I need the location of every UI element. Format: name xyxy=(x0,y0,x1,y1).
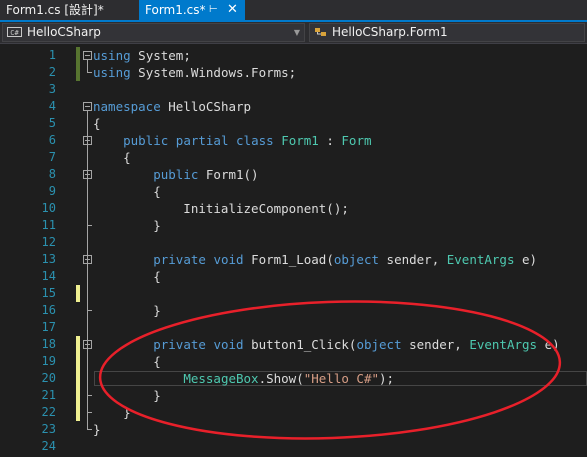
code-text: } xyxy=(93,422,101,437)
code-text: { xyxy=(93,116,101,131)
navigation-bar: C# HelloCSharp ▼ HelloCSharp.Form1 xyxy=(0,22,587,44)
outline-guide-end xyxy=(87,412,92,413)
change-indicator xyxy=(76,47,80,64)
code-text: } xyxy=(93,218,161,233)
document-tab-strip: Form1.cs [設計]* Form1.cs* ⊢ ✕ xyxy=(0,0,587,22)
tab-label: Form1.cs [設計]* xyxy=(6,3,104,17)
code-text: InitializeComponent(); xyxy=(93,201,349,216)
line-number: 18 xyxy=(41,337,56,351)
code-text: private void Form1_Load(object sender, E… xyxy=(153,252,538,267)
line-number: 5 xyxy=(48,116,56,130)
outline-guide xyxy=(87,264,88,310)
change-indicator xyxy=(76,353,80,370)
outline-guide-end xyxy=(87,429,92,430)
outline-guide-end xyxy=(87,225,92,226)
project-dropdown[interactable]: C# HelloCSharp ▼ xyxy=(2,23,305,42)
code-text: { xyxy=(93,354,161,369)
line-number: 13 xyxy=(41,252,56,266)
code-line[interactable]: 5{ xyxy=(0,115,587,132)
code-text: { xyxy=(93,269,161,284)
code-text: private void button1_Click(object sender… xyxy=(153,337,560,352)
tab-form1-code[interactable]: Form1.cs* ⊢ ✕ xyxy=(139,0,245,22)
line-number: 17 xyxy=(41,320,56,334)
code-line[interactable]: 17 xyxy=(0,319,587,336)
code-text: using System.Windows.Forms; xyxy=(93,65,297,80)
line-number: 19 xyxy=(41,354,56,368)
code-text: } xyxy=(93,388,161,403)
change-indicator xyxy=(76,370,80,387)
outline-guide xyxy=(87,179,88,225)
code-line[interactable]: 8 public Form1() xyxy=(0,166,587,183)
change-indicator xyxy=(76,64,80,81)
code-line[interactable]: 18 private void button1_Click(object sen… xyxy=(0,336,587,353)
code-text: public partial class Form1 : Form xyxy=(123,133,372,148)
code-line[interactable]: 1 using System; xyxy=(0,47,587,64)
code-line[interactable]: 20 MessageBox.Show("Hello C#"); xyxy=(0,370,587,387)
code-text: { xyxy=(93,184,161,199)
code-text: namespace HelloCSharp xyxy=(93,99,252,114)
code-text: } xyxy=(93,405,131,420)
line-number: 3 xyxy=(48,82,56,96)
tab-label: Form1.cs* xyxy=(145,3,206,17)
line-number: 24 xyxy=(41,439,56,453)
code-text: { xyxy=(93,150,131,165)
code-line[interactable]: 3 xyxy=(0,81,587,98)
line-number: 8 xyxy=(48,167,56,181)
change-indicator xyxy=(76,336,80,353)
change-indicator xyxy=(76,404,80,421)
code-line[interactable]: 19 { xyxy=(0,353,587,370)
line-number: 20 xyxy=(41,371,56,385)
type-dropdown[interactable]: HelloCSharp.Form1 xyxy=(309,23,585,42)
code-line[interactable]: 10 InitializeComponent(); xyxy=(0,200,587,217)
line-number: 7 xyxy=(48,150,56,164)
close-icon[interactable]: ✕ xyxy=(227,0,238,20)
line-number: 10 xyxy=(41,201,56,215)
line-number: 6 xyxy=(48,133,56,147)
code-text: } xyxy=(93,303,161,318)
change-indicator xyxy=(76,285,80,302)
code-editor[interactable]: 1 using System; 2 using System.Windows.Form… xyxy=(0,44,587,457)
change-indicator xyxy=(76,387,80,404)
line-number: 22 xyxy=(41,405,56,419)
code-line[interactable]: 14 { xyxy=(0,268,587,285)
outline-guide xyxy=(87,349,88,395)
outline-guide-end xyxy=(87,395,92,396)
project-dropdown-label: HelloCSharp xyxy=(27,25,101,39)
code-line[interactable]: 15 xyxy=(0,285,587,302)
line-number: 9 xyxy=(48,184,56,198)
code-line[interactable]: 24 xyxy=(0,438,587,455)
line-number: 15 xyxy=(41,286,56,300)
pin-icon[interactable]: ⊢ xyxy=(209,0,218,20)
line-number: 21 xyxy=(41,388,56,402)
code-line[interactable]: 7 { xyxy=(0,149,587,166)
line-number: 2 xyxy=(48,65,56,79)
code-line[interactable]: 9 { xyxy=(0,183,587,200)
code-line[interactable]: 6 public partial class Form1 : Form xyxy=(0,132,587,149)
line-number: 1 xyxy=(48,48,56,62)
code-text: public Form1() xyxy=(153,167,259,182)
code-text: MessageBox.Show("Hello C#"); xyxy=(183,371,395,386)
line-number: 14 xyxy=(41,269,56,283)
csharp-project-icon: C# xyxy=(7,27,22,37)
code-line[interactable]: 13 private void Form1_Load(object sender… xyxy=(0,251,587,268)
chevron-down-icon[interactable]: ▼ xyxy=(294,24,300,41)
outline-guide xyxy=(87,60,88,72)
type-dropdown-label: HelloCSharp.Form1 xyxy=(332,25,448,39)
class-icon xyxy=(315,28,326,36)
outline-guide-end xyxy=(87,72,92,73)
line-number: 12 xyxy=(41,235,56,249)
line-number: 16 xyxy=(41,303,56,317)
tab-form1-designer[interactable]: Form1.cs [設計]* xyxy=(0,0,134,20)
code-line[interactable]: 4 namespace HelloCSharp xyxy=(0,98,587,115)
code-text: using System; xyxy=(93,48,191,63)
code-line[interactable]: 12 xyxy=(0,234,587,251)
collapse-icon[interactable] xyxy=(83,51,92,60)
outline-guide-end xyxy=(87,310,92,311)
collapse-icon[interactable] xyxy=(83,102,92,111)
line-number: 23 xyxy=(41,422,56,436)
line-number: 11 xyxy=(41,218,56,232)
line-number: 4 xyxy=(48,99,56,113)
